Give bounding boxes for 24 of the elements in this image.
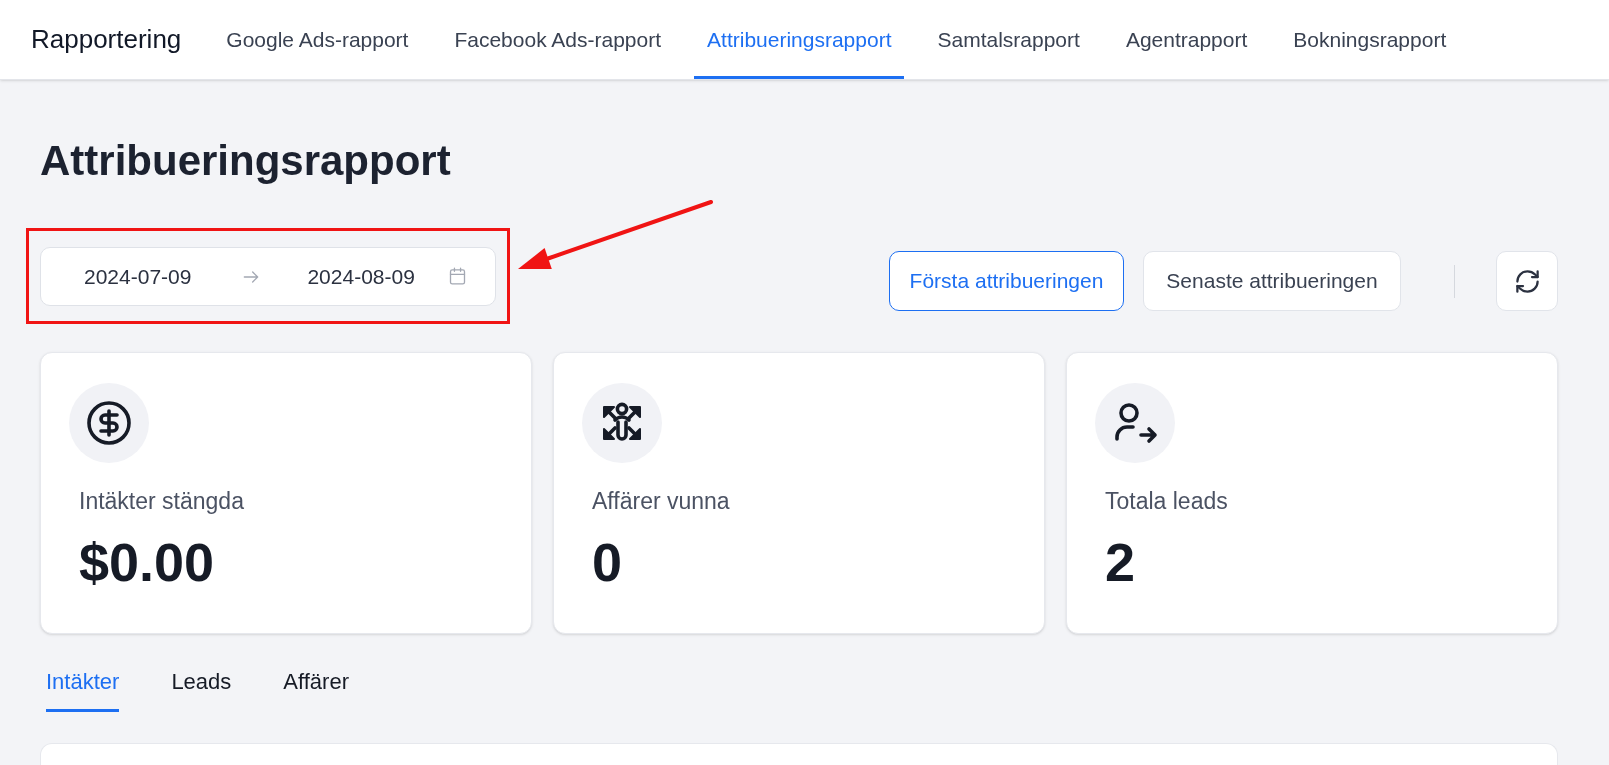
brand-title: Rapportering	[31, 23, 182, 56]
nav-tab[interactable]: Samtalsrapport	[924, 0, 1093, 79]
stat-label: Affärer vunna	[592, 487, 731, 516]
stat-value: 2	[1105, 531, 1137, 593]
nav-tab[interactable]: Facebook Ads-rapport	[441, 0, 675, 79]
attribution-button[interactable]: Senaste attribueringen	[1143, 251, 1401, 311]
stat-value: 0	[592, 531, 624, 593]
nav-tab[interactable]: Google Ads-rapport	[213, 0, 422, 79]
report-tab[interactable]: Affärer	[283, 668, 349, 712]
date-range-picker[interactable]: 2024-07-09 2024-08-09	[40, 247, 496, 306]
start-date-input[interactable]: 2024-07-09	[84, 260, 192, 293]
attribution-button[interactable]: Första attribueringen	[889, 251, 1124, 311]
refresh-icon	[1513, 267, 1541, 295]
stat-value: $0.00	[79, 531, 216, 593]
report-tab[interactable]: Leads	[171, 668, 232, 712]
refresh-button[interactable]	[1496, 251, 1558, 311]
stat-label: Totala leads	[1105, 487, 1229, 516]
stat-label: Intäkter stängda	[79, 487, 245, 516]
nav-tab[interactable]: Agentrapport	[1112, 0, 1261, 79]
end-date-input[interactable]: 2024-08-09	[307, 260, 415, 293]
report-tab[interactable]: Intäkter	[46, 668, 120, 712]
page-title: Attribueringsrapport	[40, 136, 452, 186]
nav-tab[interactable]: Bokningsrapport	[1280, 0, 1460, 79]
nav-tab[interactable]: Attribueringsrapport	[694, 0, 905, 79]
